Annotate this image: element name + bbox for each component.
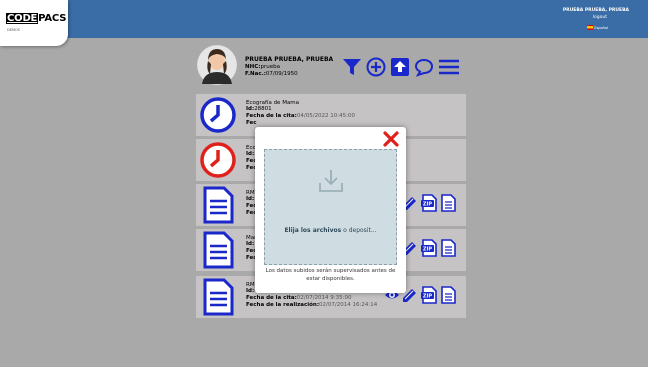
logo[interactable]: CODEPACS DEMOS	[0, 0, 68, 46]
zip-icon[interactable]: ZIP	[420, 239, 438, 257]
patient-dob: F.Nac.:07/09/1950	[245, 71, 298, 77]
logo-code-text: CODE	[6, 13, 39, 24]
patient-nhc: NHC:prueba	[245, 64, 280, 70]
upload-note: Los datos subidos serán supervisados ant…	[265, 268, 396, 282]
download-tray-icon	[319, 170, 343, 192]
patient-name: PRUEBA PRUEBA, PRUEBA	[245, 56, 334, 63]
study-actions: ZIP	[402, 194, 456, 212]
clock-red-icon	[200, 142, 236, 178]
study-extra: Fec	[246, 120, 257, 126]
file-dropzone[interactable]: Elija los archivos o deposit...	[264, 149, 397, 265]
language-selector[interactable]: Español	[587, 25, 608, 30]
study-id: Id:	[246, 241, 255, 247]
study-id: Id:	[246, 196, 255, 202]
document-icon	[203, 186, 234, 224]
language-label: Español	[594, 25, 608, 30]
document-icon	[203, 231, 234, 269]
zip-icon[interactable]: ZIP	[420, 194, 438, 212]
patient-toolbar	[342, 57, 460, 77]
top-bar: PRUEBA PRUEBA, PRUEBA logout Español	[0, 0, 648, 38]
user-name: PRUEBA PRUEBA, PRUEBA	[562, 8, 629, 13]
clock-icon	[200, 97, 236, 133]
filter-icon[interactable]	[342, 57, 362, 77]
study-id: Id:28801	[246, 106, 272, 112]
study-date: Fecha de la cita:04/05/2022 10:45:00	[246, 113, 356, 119]
spain-flag-icon	[587, 25, 594, 30]
logo-pacs-text: PACS	[38, 13, 67, 24]
document-icon	[203, 278, 234, 316]
upload-modal: Elija los archivos o deposit... Los dato…	[255, 127, 406, 293]
study-realization: Fecha de la realización:02/07/2014 16:24…	[246, 302, 378, 308]
zip-icon[interactable]: ZIP	[420, 286, 438, 304]
chat-icon[interactable]	[414, 57, 434, 77]
svg-text:ZIP: ZIP	[423, 247, 432, 253]
logo-subtitle: DEMOS	[7, 28, 20, 32]
report-icon[interactable]	[440, 194, 456, 212]
study-date: Fecha de la cita:02/07/2014 9:35:00	[246, 295, 352, 301]
svg-text:ZIP: ZIP	[423, 294, 432, 300]
report-icon[interactable]	[440, 286, 456, 304]
report-icon[interactable]	[440, 239, 456, 257]
close-icon[interactable]	[383, 131, 399, 147]
patient-header: PRUEBA PRUEBA, PRUEBA NHC:prueba F.Nac.:…	[196, 42, 466, 88]
svg-text:ZIP: ZIP	[423, 202, 432, 208]
study-actions: ZIP	[402, 239, 456, 257]
logout-link[interactable]: logout	[593, 15, 607, 20]
dropzone-label: Elija los archivos o deposit...	[284, 227, 377, 234]
add-circle-icon[interactable]	[366, 57, 386, 77]
patient-avatar-icon	[196, 44, 238, 86]
menu-icon[interactable]	[438, 57, 460, 77]
upload-icon[interactable]	[390, 57, 410, 77]
